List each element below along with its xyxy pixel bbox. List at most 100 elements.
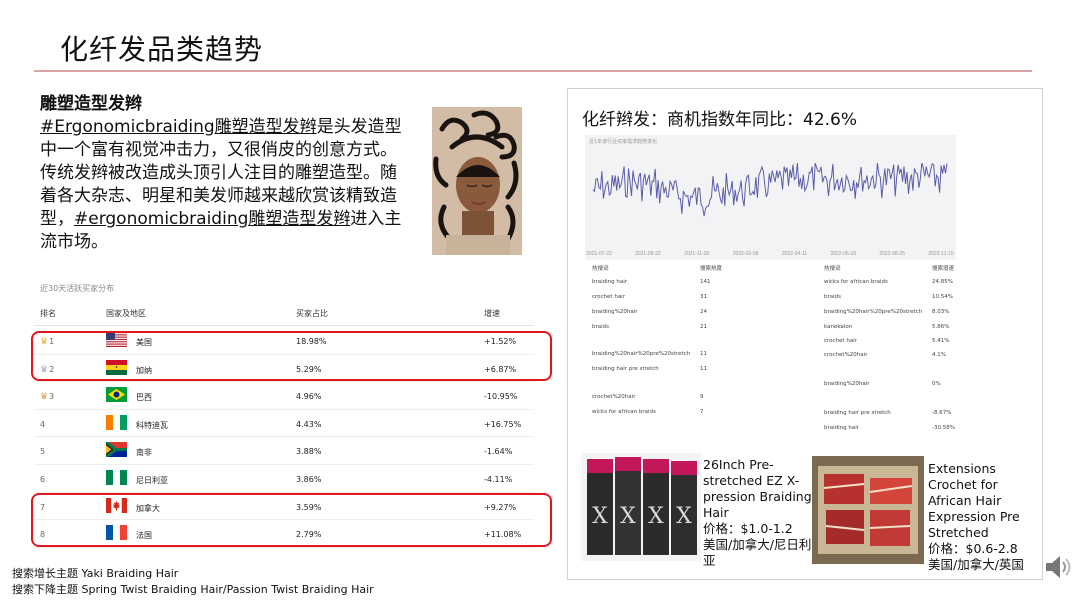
growth-cell: -10.95% xyxy=(484,392,518,402)
x-tick-label: 2022-11-15 xyxy=(928,251,953,257)
kw-header-term: 热搜词 xyxy=(824,266,841,272)
kw-term: braiding hair xyxy=(824,425,860,431)
rank-cell: 5 xyxy=(40,447,45,456)
kw-term: wicks for african braids xyxy=(824,279,888,285)
x-tick-label: 2021-09-22 xyxy=(635,251,661,257)
header-share: 买家占比 xyxy=(296,309,328,318)
x-tick-label: 2022-06-18 xyxy=(830,251,856,257)
speaker-icon[interactable] xyxy=(1042,552,1072,582)
kw-value: 11 xyxy=(700,351,707,357)
brazil-flag-icon xyxy=(106,387,127,403)
header-country: 国家及地区 xyxy=(106,309,146,318)
kw-value: 5.86% xyxy=(932,324,950,330)
kw-term: crochet hair xyxy=(824,338,857,344)
header-rank: 排名 xyxy=(40,309,56,318)
share-cell: 3.88% xyxy=(296,447,322,457)
table-header: 排名 国家及地区 买家占比 增速 xyxy=(34,308,534,324)
x-tick-label: 2022-04-11 xyxy=(782,251,807,257)
kw-value: 21 xyxy=(700,324,707,330)
kw-value: 141 xyxy=(700,279,711,285)
x-tick-label: 2021-07-23 xyxy=(586,251,612,257)
kw-value: 8.03% xyxy=(932,309,950,315)
kw-value: 24.85% xyxy=(932,279,953,285)
rank-number: 6 xyxy=(40,474,46,484)
kw-term: braiding hair pre stretch xyxy=(592,366,659,372)
share-cell: 4.43% xyxy=(296,419,322,429)
card-title: 化纤辫发：商机指数年同比：42.6% xyxy=(582,110,858,130)
kw-value: 4.1% xyxy=(932,352,946,358)
kw-term: braiding%20hair%20pre%20stretch xyxy=(592,351,691,357)
product-price: 价格：$1.0-1.2 xyxy=(703,521,793,536)
trend-svg: 2021-07-23 2021-09-22 2021-11-30 2022-02-08… xyxy=(586,162,954,257)
rank-number: 3 xyxy=(49,392,55,402)
demand-trend-chart: 近1年该行业买家需求趋势变化 2021-07-23 2021-09-22 2021-… xyxy=(585,135,956,260)
kw-term: braiding hair pre stretch xyxy=(824,410,891,416)
rank-number: 4 xyxy=(40,419,46,429)
header-divider xyxy=(34,325,534,326)
rank-number: 5 xyxy=(40,447,46,457)
product-name: Extensions Crochet for African Hair Expr… xyxy=(928,461,1020,540)
kw-value: 11 xyxy=(700,366,707,372)
title-divider xyxy=(34,70,1032,72)
country-cell: 尼日利亚 xyxy=(136,475,168,485)
ivory-coast-flag-icon xyxy=(106,414,127,430)
kw-term: braiding%20hair%20pre%20stretch xyxy=(824,309,923,315)
table-row: 4 科特迪瓦 4.43% +16.75% xyxy=(34,410,534,438)
country-cell: 巴西 xyxy=(136,393,152,403)
product-info-1: 26Inch Pre-stretched EZ X-pression Braid… xyxy=(703,457,815,569)
kw-value: 0% xyxy=(932,381,941,387)
keyword-table: 热搜词 搜索热度 热搜词 搜索增速 braiding hair 141 crochet ha… xyxy=(592,264,962,439)
hashtag-link[interactable]: #Ergonomicbraiding雕塑造型发辫 xyxy=(40,117,317,137)
product-name: 26Inch Pre-stretched EZ X-pression Braid… xyxy=(703,457,812,520)
crown-icon: ♛ xyxy=(40,392,49,403)
slide-title: 化纤发品类趋势 xyxy=(60,33,264,66)
rank-cell: 4 xyxy=(40,420,45,429)
product-price: 价格：$0.6-2.8 xyxy=(928,541,1018,556)
growth-cell: -1.64% xyxy=(484,447,513,457)
intro-section: 雕塑造型发辫 #Ergonomicbraiding雕塑造型发辫是头发造型中一个富… xyxy=(40,93,412,254)
kw-header-growth: 搜索增速 xyxy=(932,266,955,272)
kw-term: crochet%20hair xyxy=(824,352,868,358)
growth-cell: -4.11% xyxy=(484,474,513,484)
product-image-1: X X X X xyxy=(581,453,701,561)
share-cell: 3.86% xyxy=(296,474,322,484)
kw-term: braiding%20hair xyxy=(592,309,638,315)
growth-cell: +16.75% xyxy=(484,419,522,429)
country-cell: 科特迪瓦 xyxy=(136,420,168,430)
x-tick-label: 2022-08-25 xyxy=(879,251,905,257)
braided-hair-photo xyxy=(432,107,522,255)
trend-line xyxy=(592,162,948,217)
svg-text:X: X xyxy=(620,504,636,529)
search-theme-notes: 搜索增长主题 Yaki Braiding Hair 搜索下降主题 Spring … xyxy=(12,566,374,598)
rising-search-theme: 搜索增长主题 Yaki Braiding Hair xyxy=(12,567,179,580)
rank-cell: 6 xyxy=(40,475,45,484)
kw-term: kanekalon xyxy=(824,324,853,330)
kw-term: wicks for african braids xyxy=(592,409,656,415)
highlight-box-bottom xyxy=(31,493,552,547)
product-info-2: Extensions Crochet for African Hair Expr… xyxy=(928,461,1040,573)
nigeria-flag-icon xyxy=(106,469,127,485)
kw-term: braids xyxy=(592,324,610,330)
svg-text:X: X xyxy=(676,504,692,529)
svg-text:X: X xyxy=(592,504,608,529)
kw-value: -30.58% xyxy=(932,425,955,431)
table-row: 5 南非 3.88% -1.64% xyxy=(34,437,534,465)
kw-header-term: 热搜词 xyxy=(592,266,609,272)
kw-term: braids xyxy=(824,294,842,300)
table-row: 6 尼日利亚 3.86% -4.11% xyxy=(34,465,534,493)
south-africa-flag-icon xyxy=(106,442,127,458)
table-caption: 近30天活跃买家分布 xyxy=(40,284,115,293)
kw-value: 31 xyxy=(700,294,707,300)
trend-x-ticks: 2021-07-23 2021-09-22 2021-11-30 2022-02-08… xyxy=(586,251,954,257)
intro-paragraph: #Ergonomicbraiding雕塑造型发辫是头发造型中一个富有视觉冲击力，… xyxy=(40,116,412,254)
intro-heading: 雕塑造型发辫 xyxy=(40,94,142,114)
product-markets: 美国/加拿大/英国 xyxy=(928,557,1024,572)
kw-header-heat: 搜索热度 xyxy=(700,266,723,272)
kw-value: 10.54% xyxy=(932,294,953,300)
kw-term: crochet hair xyxy=(592,294,625,300)
kw-value: 24 xyxy=(700,309,707,315)
share-cell: 4.96% xyxy=(296,392,322,402)
hashtag-link[interactable]: #ergonomicbraiding雕塑造型发辫 xyxy=(74,209,350,229)
kw-value: 5.41% xyxy=(932,338,950,344)
x-tick-label: 2021-11-30 xyxy=(684,251,709,257)
